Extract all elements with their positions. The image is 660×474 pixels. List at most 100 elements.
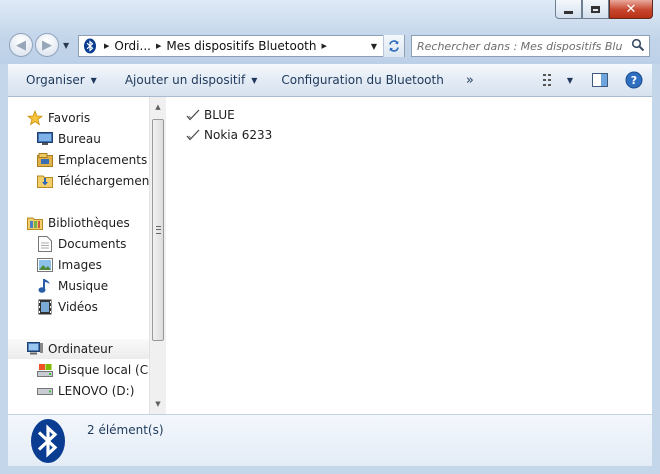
documents-icon — [36, 236, 53, 252]
caption-buttons: ✕ — [555, 0, 653, 20]
chevron-down-icon: ▼ — [251, 75, 258, 85]
breadcrumb-computer[interactable]: Ordi... — [114, 39, 151, 53]
bluetooth-icon — [81, 37, 99, 55]
music-icon — [36, 278, 53, 294]
device-name: BLUE — [204, 108, 235, 122]
bluetooth-config-button[interactable]: Configuration du Bluetooth — [272, 69, 453, 91]
nav-item-documents[interactable]: Documents — [36, 234, 126, 254]
libraries-icon — [26, 215, 43, 231]
list-item[interactable]: Nokia 6233 — [186, 125, 272, 145]
minimize-button[interactable] — [555, 0, 582, 19]
nav-computer[interactable]: Ordinateur — [8, 339, 149, 359]
nav-favorites-label: Favoris — [48, 111, 91, 125]
content-area: Favoris Bureau Emplacements récents Télé… — [8, 97, 652, 414]
back-button[interactable]: ◀ — [9, 33, 33, 57]
list-item[interactable]: BLUE — [186, 105, 235, 125]
command-bar-right: ▼ ? — [540, 69, 646, 91]
scrollbar-thumb[interactable] — [152, 119, 164, 341]
nav-computer-label: Ordinateur — [48, 342, 113, 356]
nav-favorites[interactable]: Favoris — [26, 108, 90, 128]
organize-button[interactable]: Organiser ▼ — [17, 69, 106, 91]
close-button[interactable]: ✕ — [609, 0, 653, 19]
explorer-window: ✕ ◀ ▶ ▼ ▶ Ordi... ▶ Mes dispositifs Blue… — [0, 0, 660, 474]
chevron-right-icon[interactable]: ▶ — [156, 42, 161, 50]
scroll-down-icon[interactable]: ▼ — [150, 396, 166, 412]
svg-text:?: ? — [631, 74, 637, 87]
preview-pane-button[interactable] — [588, 69, 612, 91]
grip-icon — [156, 226, 161, 234]
help-button[interactable]: ? — [622, 69, 646, 91]
maximize-icon — [591, 5, 600, 13]
nav-item-label: Vidéos — [58, 300, 98, 314]
computer-icon — [26, 341, 43, 357]
nav-item-images[interactable]: Images — [36, 255, 102, 275]
nav-item-label: Documents — [58, 237, 127, 251]
nav-item-videos[interactable]: Vidéos — [36, 297, 98, 317]
navigation-pane: Favoris Bureau Emplacements récents Télé… — [8, 97, 149, 414]
preview-pane-icon — [592, 73, 608, 87]
device-name: Nokia 6233 — [204, 128, 273, 142]
videos-icon — [36, 299, 53, 315]
recent-places-icon — [36, 152, 53, 168]
title-bar: ✕ ◀ ▶ ▼ ▶ Ordi... ▶ Mes dispositifs Blue… — [0, 0, 660, 64]
nav-item-label: Images — [58, 258, 102, 272]
chevron-down-icon: ▼ — [90, 75, 97, 85]
nav-item-label: Disque local (C:) — [58, 363, 149, 377]
maximize-button[interactable] — [582, 0, 609, 19]
bluetooth-icon — [28, 418, 68, 467]
add-device-label: Ajouter un dispositif — [124, 73, 246, 87]
arrow-left-icon: ◀ — [16, 37, 26, 53]
details-pane: 2 élément(s) — [8, 414, 652, 466]
command-bar: Organiser ▼ Ajouter un dispositif ▼ Config… — [8, 64, 652, 97]
view-menu-dropdown[interactable]: ▼ — [562, 69, 578, 91]
hard-drive-icon — [36, 362, 53, 378]
file-list: BLUE Nokia 6233 — [166, 97, 652, 414]
organize-label: Organiser — [26, 73, 85, 87]
nav-item-local-disk[interactable]: Disque local (C:) — [36, 360, 149, 380]
nav-scrollbar[interactable]: ▲ ▼ — [149, 97, 166, 414]
nav-item-label: LENOVO (D:) — [58, 384, 135, 398]
star-icon — [26, 110, 43, 126]
more-commands-button[interactable]: » — [457, 69, 483, 91]
view-options-icon — [543, 74, 551, 86]
search-input[interactable] — [417, 36, 622, 56]
forward-button[interactable]: ▶ — [35, 33, 59, 57]
address-history-dropdown[interactable]: ▼ — [366, 36, 382, 56]
close-icon: ✕ — [625, 1, 637, 17]
desktop-icon — [36, 131, 53, 147]
images-icon — [36, 257, 53, 273]
nav-item-lenovo-drive[interactable]: LENOVO (D:) — [36, 381, 134, 401]
nav-item-label: Emplacements récents — [58, 153, 149, 167]
minimize-icon — [564, 10, 573, 14]
drive-icon — [36, 383, 53, 399]
more-commands-label: » — [465, 72, 474, 88]
nav-item-downloads[interactable]: Téléchargements — [36, 171, 149, 191]
help-icon: ? — [625, 71, 643, 89]
nav-libraries[interactable]: Bibliothèques — [26, 213, 130, 233]
nav-libraries-label: Bibliothèques — [48, 216, 130, 230]
search-icon[interactable] — [631, 38, 645, 55]
bluetooth-device-icon — [186, 108, 200, 122]
scroll-up-icon[interactable]: ▲ — [150, 99, 166, 115]
chevron-right-icon[interactable]: ▶ — [104, 42, 109, 50]
downloads-folder-icon — [36, 173, 53, 189]
change-view-button[interactable] — [540, 69, 562, 91]
breadcrumb-bluetooth-devices[interactable]: Mes dispositifs Bluetooth — [166, 39, 316, 53]
item-count: 2 élément(s) — [87, 423, 164, 437]
refresh-button[interactable] — [383, 35, 404, 57]
search-box — [411, 35, 650, 57]
nav-item-music[interactable]: Musique — [36, 276, 108, 296]
address-bar[interactable]: ▶ Ordi... ▶ Mes dispositifs Bluetooth ▶ … — [78, 35, 405, 57]
arrow-right-icon: ▶ — [42, 37, 52, 53]
bluetooth-config-label: Configuration du Bluetooth — [281, 73, 444, 87]
bluetooth-device-icon — [186, 128, 200, 142]
recent-pages-dropdown[interactable]: ▼ — [63, 41, 69, 50]
nav-item-desktop[interactable]: Bureau — [36, 129, 101, 149]
nav-item-recent-places[interactable]: Emplacements récents — [36, 150, 149, 170]
nav-item-label: Bureau — [58, 132, 101, 146]
chevron-right-icon[interactable]: ▶ — [321, 42, 326, 50]
navigation-buttons: ◀ ▶ ▼ — [9, 33, 69, 57]
add-device-button[interactable]: Ajouter un dispositif ▼ — [116, 69, 267, 91]
refresh-icon — [389, 40, 399, 52]
nav-item-label: Musique — [58, 279, 109, 293]
